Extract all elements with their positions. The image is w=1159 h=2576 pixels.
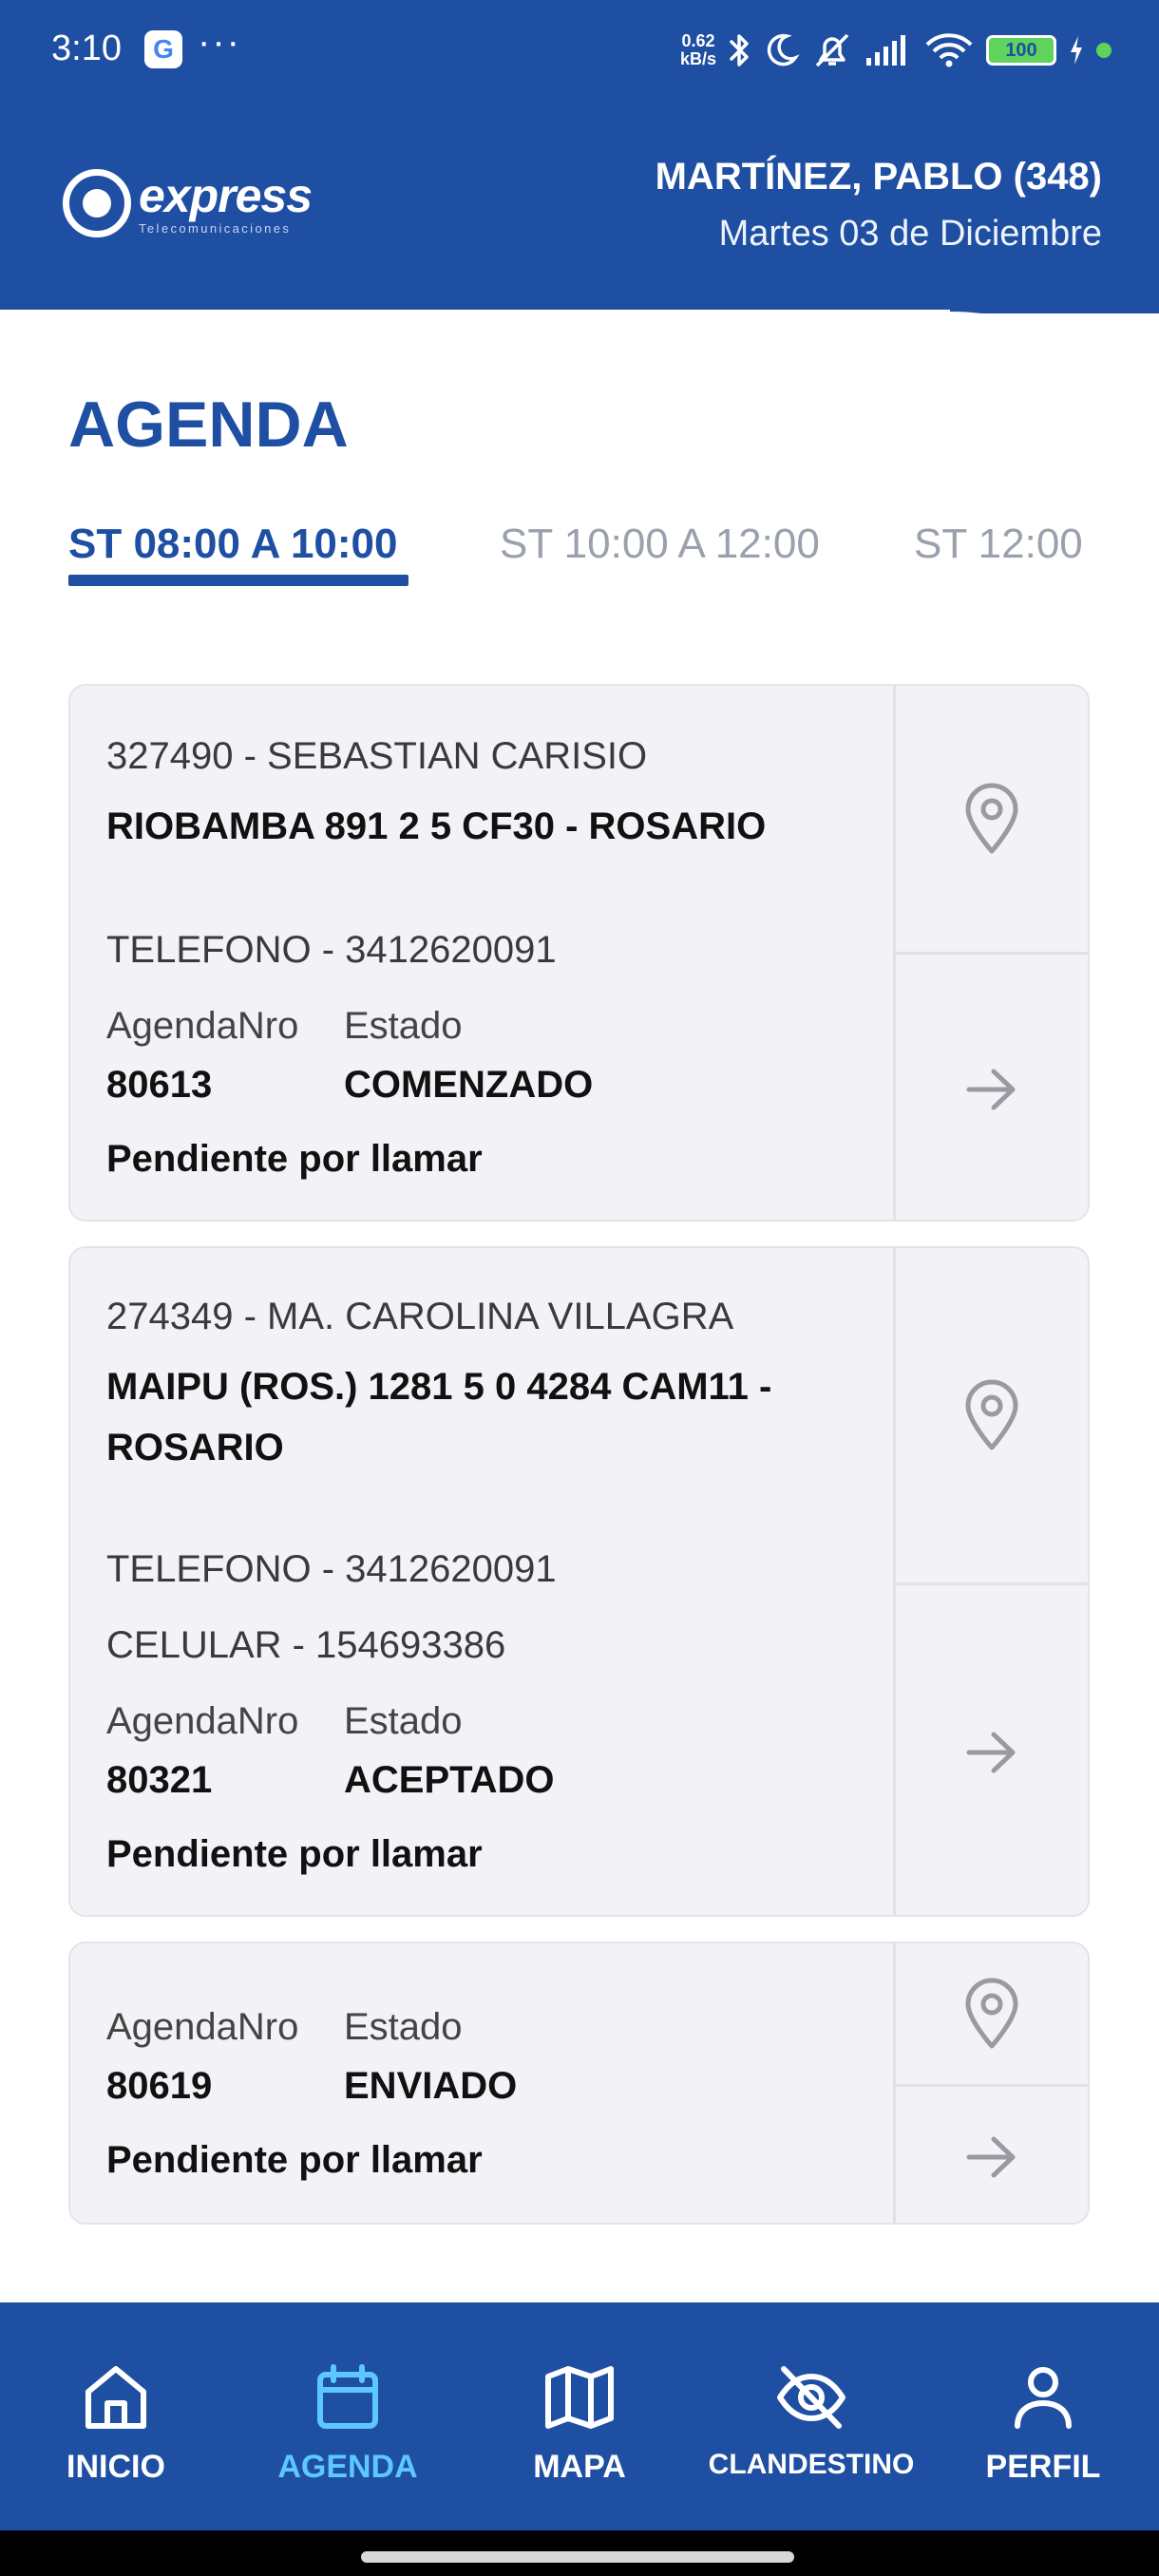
- arrow-right-icon: [966, 1732, 1016, 1772]
- moon-icon: [767, 33, 800, 66]
- card-body: 327490 - SEBASTIAN CARISIO RIOBAMBA 891 …: [70, 686, 897, 1220]
- signal-icon: [866, 35, 905, 66]
- card-actions: [893, 1248, 1088, 1915]
- agenda-card[interactable]: AgendaNro Estado 80619 ENVIADO Pendiente…: [68, 1941, 1090, 2225]
- logo-subtitle: Telecomunicaciones: [139, 220, 292, 236]
- wifi-icon: [925, 33, 973, 67]
- agenda-nro-label: AgendaNro: [106, 2006, 299, 2048]
- nav-icon-wrap: [544, 2359, 615, 2435]
- status-bar: 3:10 G ··· 0.62 kB/s 100: [0, 0, 1159, 101]
- user-info: MARTÍNEZ, PABLO (348) Martes 03 de Dicie…: [656, 156, 1102, 255]
- client-address: RIOBAMBA 891 2 5 CF30 - ROSARIO: [106, 805, 767, 847]
- client-address-line-2: ROSARIO: [106, 1427, 284, 1468]
- nav-label: AGENDA: [277, 2449, 418, 2485]
- calendar-icon: [317, 2364, 378, 2429]
- location-button[interactable]: [896, 1248, 1088, 1582]
- location-pin-icon: [965, 1978, 1018, 2049]
- estado-value: COMENZADO: [344, 1064, 594, 1106]
- map-icon: [545, 2366, 614, 2429]
- estado-label: Estado: [344, 1700, 463, 1742]
- agenda-card[interactable]: 327490 - SEBASTIAN CARISIO RIOBAMBA 891 …: [68, 684, 1090, 1222]
- home-gesture-bar[interactable]: [361, 2551, 794, 2563]
- location-button[interactable]: [896, 1943, 1088, 2084]
- nav-label: MAPA: [533, 2449, 626, 2485]
- nav-icon-wrap: [774, 2359, 848, 2435]
- arrow-right-icon: [966, 1069, 1016, 1109]
- nav-label: CLANDESTINO: [708, 2449, 915, 2480]
- estado-label: Estado: [344, 1005, 463, 1047]
- open-detail-button[interactable]: [896, 2087, 1088, 2223]
- location-pin-icon: [965, 1379, 1018, 1450]
- nav-label: PERFIL: [985, 2449, 1101, 2485]
- agenda-card[interactable]: 274349 - MA. CAROLINA VILLAGRA MAIPU (RO…: [68, 1246, 1090, 1917]
- nav-label: INICIO: [66, 2449, 165, 2485]
- tab-st-10-12[interactable]: ST 10:00 A 12:00: [500, 521, 820, 568]
- charging-icon: [1071, 36, 1082, 65]
- speed-value: 0.62: [681, 31, 715, 50]
- battery-icon: 100: [986, 35, 1056, 66]
- nav-inicio[interactable]: INICIO: [0, 2302, 232, 2530]
- header-curve-fill: [0, 310, 950, 319]
- logo-text: express Telecomunicaciones: [139, 168, 313, 236]
- agenda-nro-label: AgendaNro: [106, 1700, 299, 1742]
- nav-icon-wrap: [83, 2359, 149, 2435]
- call-status: Pendiente por llamar: [106, 2139, 483, 2181]
- status-icons: 0.62 kB/s 100: [680, 27, 1112, 74]
- client-phone: TELEFONO - 3412620091: [106, 929, 557, 971]
- eye-off-icon: [777, 2366, 846, 2429]
- nav-clandestino[interactable]: CLANDESTINO: [695, 2302, 927, 2530]
- call-status: Pendiente por llamar: [106, 1833, 483, 1875]
- more-notifications-icon: ···: [198, 21, 241, 63]
- user-icon: [1015, 2367, 1072, 2429]
- client-name: 327490 - SEBASTIAN CARISIO: [106, 735, 648, 777]
- arrow-right-icon: [966, 2136, 1016, 2177]
- card-body: 274349 - MA. CAROLINA VILLAGRA MAIPU (RO…: [70, 1248, 897, 1915]
- client-mobile: CELULAR - 154693386: [106, 1624, 506, 1666]
- estado-value: ACEPTADO: [344, 1759, 555, 1801]
- tab-st-08-10[interactable]: ST 08:00 A 10:00: [68, 521, 397, 568]
- bluetooth-icon: [730, 34, 749, 66]
- card-actions: [893, 686, 1088, 1220]
- tab-st-12[interactable]: ST 12:00: [914, 521, 1083, 568]
- charging-dot-icon: [1096, 43, 1112, 58]
- bottom-navigation: INICIO AGENDA MAPA CLANDESTINO PERFIL: [0, 2302, 1159, 2530]
- location-pin-icon: [965, 783, 1018, 854]
- agenda-nro-value: 80613: [106, 1064, 213, 1106]
- mute-bell-icon: [815, 33, 849, 67]
- open-detail-button[interactable]: [896, 955, 1088, 1220]
- nav-icon-wrap: [314, 2359, 381, 2435]
- home-icon: [86, 2366, 146, 2429]
- client-name: 274349 - MA. CAROLINA VILLAGRA: [106, 1296, 734, 1337]
- express-logo: express Telecomunicaciones: [63, 168, 313, 237]
- nav-agenda[interactable]: AGENDA: [232, 2302, 464, 2530]
- nav-mapa[interactable]: MAPA: [464, 2302, 695, 2530]
- app-screen: 3:10 G ··· 0.62 kB/s 100 express Telecom…: [0, 0, 1159, 2576]
- logo-mark-icon: [63, 169, 131, 237]
- estado-value: ENVIADO: [344, 2065, 518, 2107]
- google-icon: G: [144, 30, 182, 68]
- logo-word: express: [139, 168, 313, 222]
- speed-unit: kB/s: [679, 49, 716, 68]
- location-button[interactable]: [896, 686, 1088, 952]
- nav-icon-wrap: [1010, 2359, 1076, 2435]
- nav-perfil[interactable]: PERFIL: [927, 2302, 1159, 2530]
- agenda-nro-value: 80321: [106, 1759, 213, 1801]
- network-speed: 0.62 kB/s: [680, 32, 716, 68]
- status-time: 3:10: [51, 28, 122, 68]
- estado-label: Estado: [344, 2006, 463, 2048]
- active-tab-indicator: [68, 575, 408, 586]
- client-address-line-1: MAIPU (ROS.) 1281 5 0 4284 CAM11 -: [106, 1366, 772, 1408]
- open-detail-button[interactable]: [896, 1585, 1088, 1915]
- page-title: AGENDA: [68, 388, 349, 461]
- agenda-nro-value: 80619: [106, 2065, 213, 2107]
- client-phone: TELEFONO - 3412620091: [106, 1548, 557, 1590]
- current-date: Martes 03 de Diciembre: [718, 214, 1102, 254]
- card-actions: [893, 1943, 1088, 2223]
- user-name: MARTÍNEZ, PABLO (348): [655, 156, 1102, 198]
- call-status: Pendiente por llamar: [106, 1138, 483, 1180]
- agenda-nro-label: AgendaNro: [106, 1005, 299, 1047]
- header: 3:10 G ··· 0.62 kB/s 100 express Telecom…: [0, 0, 1159, 313]
- card-body: AgendaNro Estado 80619 ENVIADO Pendiente…: [70, 1943, 897, 2223]
